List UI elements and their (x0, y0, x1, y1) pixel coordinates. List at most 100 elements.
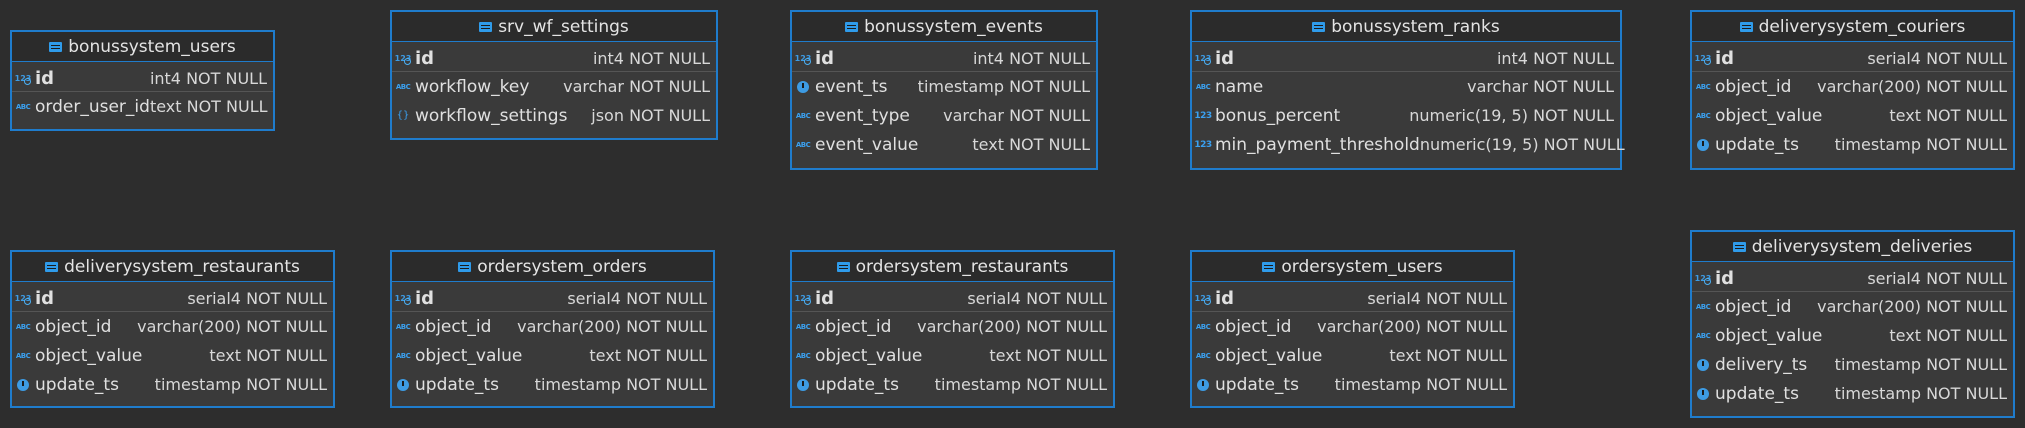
column-row[interactable]: update_ts timestamp NOT NULL (12, 370, 333, 399)
column-row[interactable]: update_ts timestamp NOT NULL (1692, 130, 2013, 159)
column-name: object_value (415, 345, 523, 366)
column-name: id (815, 287, 835, 309)
pk-column-row[interactable]: 123 id int4 NOT NULL (1192, 45, 1620, 72)
table-deliverysystem-couriers[interactable]: deliverysystem_couriers 123 id serial4 NOT… (1690, 10, 2015, 170)
column-name: object_id (35, 316, 112, 337)
column-row[interactable]: ABC object_value text NOT NULL (1192, 341, 1513, 370)
column-row[interactable]: {} workflow_settings json NOT NULL (392, 101, 716, 130)
table-icon (1312, 21, 1326, 32)
table-ordersystem-restaurants[interactable]: ordersystem_restaurants 123 id serial4 NOT… (790, 250, 1115, 408)
string-type-icon: ABC (15, 322, 31, 331)
column-row[interactable]: update_ts timestamp NOT NULL (1192, 370, 1513, 399)
table-header[interactable]: deliverysystem_couriers (1692, 12, 2013, 42)
string-type-icon: ABC (795, 322, 811, 331)
column-type: text NOT NULL (1389, 346, 1507, 365)
column-type: timestamp NOT NULL (1834, 135, 2007, 154)
column-type: numeric(19, 5) NOT NULL (1409, 106, 1614, 125)
column-name: update_ts (35, 374, 119, 395)
string-type-icon: ABC (795, 351, 811, 360)
table-icon (1739, 21, 1753, 32)
column-row[interactable]: 123 bonus_percent numeric(19, 5) NOT NULL (1192, 101, 1620, 130)
column-row[interactable]: ABC object_value text NOT NULL (792, 341, 1113, 370)
column-name: object_id (1715, 76, 1792, 97)
table-header[interactable]: bonussystem_users (12, 32, 273, 62)
column-row[interactable]: ABC object_value text NOT NULL (1692, 321, 2013, 350)
column-row[interactable]: event_ts timestamp NOT NULL (792, 72, 1096, 101)
column-row[interactable]: update_ts timestamp NOT NULL (1692, 379, 2013, 408)
column-name: update_ts (815, 374, 899, 395)
column-type: timestamp NOT NULL (917, 77, 1090, 96)
column-type: timestamp NOT NULL (934, 375, 1107, 394)
table-deliverysystem-restaurants[interactable]: deliverysystem_restaurants 123 id serial4 … (10, 250, 335, 408)
table-header[interactable]: bonussystem_ranks (1192, 12, 1620, 42)
column-row[interactable]: ABC name varchar NOT NULL (1192, 72, 1620, 101)
column-name: object_value (815, 345, 923, 366)
column-type: text NOT NULL (209, 346, 327, 365)
column-row[interactable]: update_ts timestamp NOT NULL (392, 370, 713, 399)
string-type-icon: ABC (795, 140, 811, 149)
pk-column-row[interactable]: 123 id serial4 NOT NULL (792, 285, 1113, 312)
table-title: ordersystem_restaurants (855, 256, 1069, 277)
timestamp-type-icon (796, 80, 810, 94)
pk-column-row[interactable]: 123 id serial4 NOT NULL (12, 285, 333, 312)
column-row[interactable]: ABC object_id varchar(200) NOT NULL (1692, 72, 2013, 101)
pk-column-row[interactable]: 123 id int4 NOT NULL (12, 65, 273, 92)
column-type: serial4 NOT NULL (187, 288, 327, 308)
table-header[interactable]: bonussystem_events (792, 12, 1096, 42)
primary-key-number-icon: 123 (795, 51, 811, 65)
pk-column-row[interactable]: 123 id serial4 NOT NULL (392, 285, 713, 312)
table-icon (836, 261, 850, 272)
table-header[interactable]: ordersystem_users (1192, 252, 1513, 282)
table-bonussystem-ranks[interactable]: bonussystem_ranks 123 id int4 NOT NULL ABC… (1190, 10, 1625, 170)
column-type: varchar(200) NOT NULL (1317, 317, 1507, 336)
column-type: varchar(200) NOT NULL (1817, 297, 2007, 316)
column-row[interactable]: ABC object_value text NOT NULL (12, 341, 333, 370)
column-type: varchar(200) NOT NULL (917, 317, 1107, 336)
pk-column-row[interactable]: 123 id serial4 NOT NULL (1192, 285, 1513, 312)
column-row[interactable]: ABC event_value text NOT NULL (792, 130, 1096, 159)
string-type-icon: ABC (1695, 82, 1711, 91)
table-srv-wf-settings[interactable]: srv_wf_settings 123 id int4 NOT NULL ABC wo… (390, 10, 718, 140)
column-name: id (415, 287, 435, 309)
column-type: text NOT NULL (149, 97, 268, 116)
table-deliverysystem-deliveries[interactable]: deliverysystem_deliveries 123 id serial4 N… (1690, 230, 2015, 418)
pk-column-row[interactable]: 123 id int4 NOT NULL (392, 45, 716, 72)
pk-column-row[interactable]: 123 id int4 NOT NULL (792, 45, 1096, 72)
column-name: min_payment_threshold (1215, 134, 1420, 155)
table-header[interactable]: deliverysystem_restaurants (12, 252, 333, 282)
string-type-icon: ABC (1195, 322, 1211, 331)
column-type: varchar NOT NULL (1467, 77, 1614, 96)
string-type-icon: ABC (795, 111, 811, 120)
column-row[interactable]: ABC event_type varchar NOT NULL (792, 101, 1096, 130)
column-row[interactable]: update_ts timestamp NOT NULL (792, 370, 1113, 399)
table-bonussystem-users[interactable]: bonussystem_users 123 id int4 NOT NULL ABC… (10, 30, 275, 131)
table-header[interactable]: srv_wf_settings (392, 12, 716, 42)
primary-key-number-icon: 123 (795, 291, 811, 305)
table-ordersystem-users[interactable]: ordersystem_users 123 id serial4 NOT NULL … (1190, 250, 1515, 408)
number-type-icon: 123 (1194, 110, 1212, 121)
table-header[interactable]: deliverysystem_deliveries (1692, 232, 2013, 262)
pk-column-row[interactable]: 123 id serial4 NOT NULL (1692, 45, 2013, 72)
column-row[interactable]: ABC object_id varchar(200) NOT NULL (1692, 292, 2013, 321)
column-row[interactable]: ABC object_id varchar(200) NOT NULL (792, 312, 1113, 341)
column-type: json NOT NULL (591, 106, 710, 125)
column-row[interactable]: delivery_ts timestamp NOT NULL (1692, 350, 2013, 379)
pk-column-row[interactable]: 123 id serial4 NOT NULL (1692, 265, 2013, 292)
table-header[interactable]: ordersystem_restaurants (792, 252, 1113, 282)
column-row[interactable]: ABC object_value text NOT NULL (392, 341, 713, 370)
column-type: serial4 NOT NULL (967, 288, 1107, 308)
column-row[interactable]: ABC order_user_id text NOT NULL (12, 92, 273, 121)
column-row[interactable]: ABC object_id varchar(200) NOT NULL (1192, 312, 1513, 341)
column-type: timestamp NOT NULL (1334, 375, 1507, 394)
table-ordersystem-orders[interactable]: ordersystem_orders 123 id serial4 NOT NULL… (390, 250, 715, 408)
column-row[interactable]: ABC workflow_key varchar NOT NULL (392, 72, 716, 101)
column-type: serial4 NOT NULL (1867, 48, 2007, 68)
column-row[interactable]: 123 min_payment_threshold numeric(19, 5) N… (1192, 130, 1624, 159)
table-title: bonussystem_ranks (1331, 16, 1500, 37)
table-bonussystem-events[interactable]: bonussystem_events 123 id int4 NOT NULL ev… (790, 10, 1098, 170)
table-title: deliverysystem_couriers (1758, 16, 1966, 37)
table-header[interactable]: ordersystem_orders (392, 252, 713, 282)
column-row[interactable]: ABC object_id varchar(200) NOT NULL (12, 312, 333, 341)
column-row[interactable]: ABC object_id varchar(200) NOT NULL (392, 312, 713, 341)
column-row[interactable]: ABC object_value text NOT NULL (1692, 101, 2013, 130)
